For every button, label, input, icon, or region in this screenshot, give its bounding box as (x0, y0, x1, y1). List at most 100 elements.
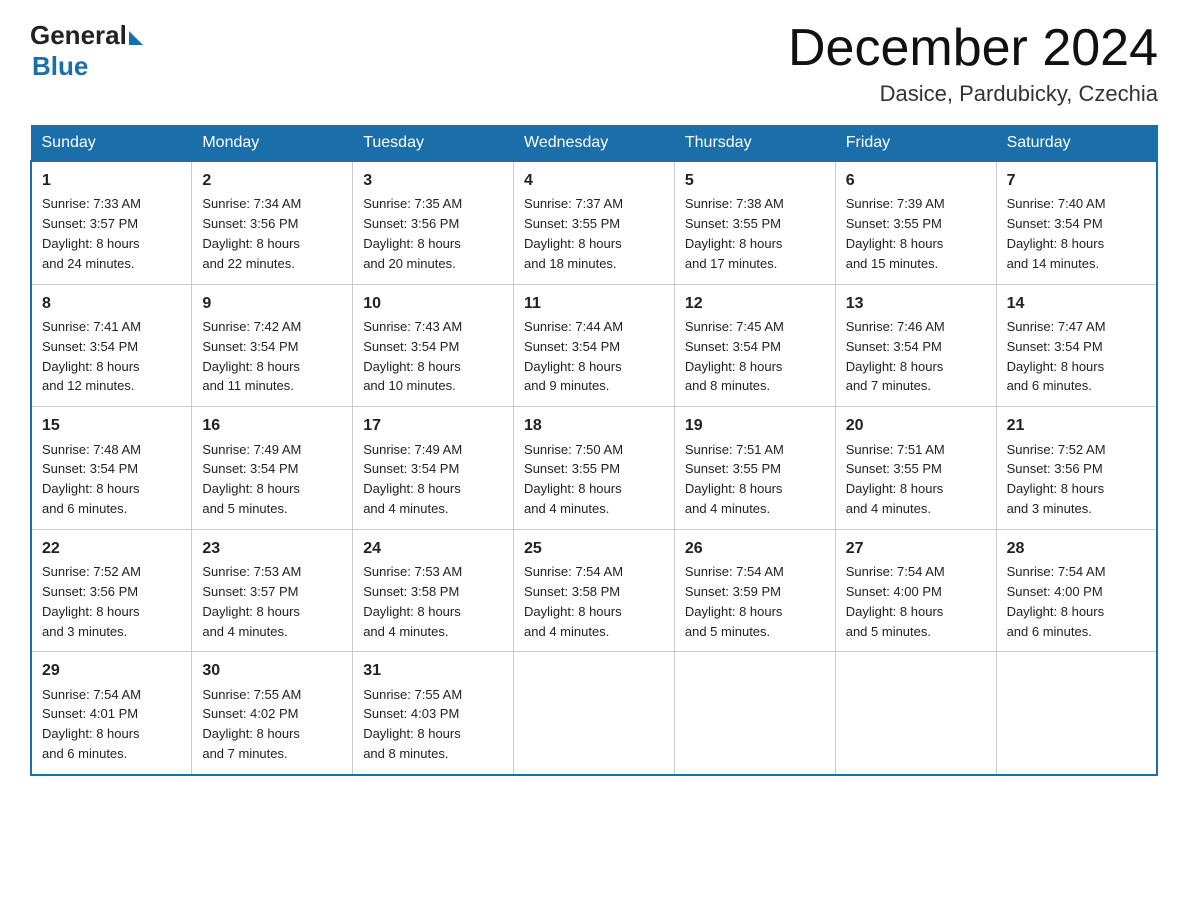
day-number: 17 (363, 414, 503, 437)
calendar-cell: 26 Sunrise: 7:54 AM Sunset: 3:59 PM Dayli… (674, 529, 835, 652)
calendar-cell: 1Sunrise: 7:33 AM Sunset: 3:57 PM Daylig… (31, 161, 192, 284)
calendar-cell: 11 Sunrise: 7:44 AM Sunset: 3:54 PM Dayli… (514, 284, 675, 407)
calendar-cell: 18Sunrise: 7:50 AM Sunset: 3:55 PM Dayli… (514, 407, 675, 530)
calendar-cell (996, 652, 1157, 775)
calendar-cell: 10Sunrise: 7:43 AM Sunset: 3:54 PM Dayli… (353, 284, 514, 407)
day-number: 27 (846, 537, 986, 560)
day-number: 14 (1007, 292, 1146, 315)
day-number: 22 (42, 537, 181, 560)
calendar-cell: 3 Sunrise: 7:35 AM Sunset: 3:56 PM Daylig… (353, 161, 514, 284)
calendar-cell: 30Sunrise: 7:55 AM Sunset: 4:02 PM Dayli… (192, 652, 353, 775)
logo-blue-text: Blue (32, 51, 88, 81)
day-info: Sunrise: 7:55 AM Sunset: 4:03 PM Dayligh… (363, 687, 462, 762)
day-number: 26 (685, 537, 825, 560)
day-header-friday: Friday (835, 126, 996, 162)
day-number: 10 (363, 292, 503, 315)
day-info: Sunrise: 7:52 AM Sunset: 3:56 PM Dayligh… (1007, 442, 1106, 517)
day-info: Sunrise: 7:53 AM Sunset: 3:58 PM Dayligh… (363, 564, 462, 639)
calendar-cell (674, 652, 835, 775)
calendar-cell: 20 Sunrise: 7:51 AM Sunset: 3:55 PM Dayli… (835, 407, 996, 530)
logo-general-text: General (30, 20, 127, 51)
calendar-cell: 29 Sunrise: 7:54 AM Sunset: 4:01 PM Dayli… (31, 652, 192, 775)
day-number: 4 (524, 169, 664, 192)
calendar-cell: 27Sunrise: 7:54 AM Sunset: 4:00 PM Dayli… (835, 529, 996, 652)
calendar-cell: 24 Sunrise: 7:53 AM Sunset: 3:58 PM Dayli… (353, 529, 514, 652)
month-title: December 2024 (788, 20, 1158, 77)
day-header-sunday: Sunday (31, 126, 192, 162)
week-row-4: 22Sunrise: 7:52 AM Sunset: 3:56 PM Dayli… (31, 529, 1157, 652)
day-number: 8 (42, 292, 181, 315)
day-number: 3 (363, 169, 503, 192)
day-info: Sunrise: 7:39 AM Sunset: 3:55 PM Dayligh… (846, 196, 945, 271)
day-number: 11 (524, 292, 664, 315)
day-info: Sunrise: 7:45 AM Sunset: 3:54 PM Dayligh… (685, 319, 784, 394)
day-number: 18 (524, 414, 664, 437)
day-number: 12 (685, 292, 825, 315)
calendar-cell: 16 Sunrise: 7:49 AM Sunset: 3:54 PM Dayli… (192, 407, 353, 530)
day-number: 16 (202, 414, 342, 437)
day-header-wednesday: Wednesday (514, 126, 675, 162)
calendar-cell: 19 Sunrise: 7:51 AM Sunset: 3:55 PM Dayli… (674, 407, 835, 530)
day-header-saturday: Saturday (996, 126, 1157, 162)
day-number: 19 (685, 414, 825, 437)
day-number: 30 (202, 659, 342, 682)
day-info: Sunrise: 7:46 AM Sunset: 3:54 PM Dayligh… (846, 319, 945, 394)
days-of-week-row: SundayMondayTuesdayWednesdayThursdayFrid… (31, 126, 1157, 162)
calendar-cell: 9 Sunrise: 7:42 AM Sunset: 3:54 PM Daylig… (192, 284, 353, 407)
day-info: Sunrise: 7:44 AM Sunset: 3:54 PM Dayligh… (524, 319, 623, 394)
week-row-1: 1Sunrise: 7:33 AM Sunset: 3:57 PM Daylig… (31, 161, 1157, 284)
day-info: Sunrise: 7:54 AM Sunset: 4:00 PM Dayligh… (1007, 564, 1106, 639)
day-number: 13 (846, 292, 986, 315)
day-info: Sunrise: 7:42 AM Sunset: 3:54 PM Dayligh… (202, 319, 301, 394)
day-info: Sunrise: 7:35 AM Sunset: 3:56 PM Dayligh… (363, 196, 462, 271)
calendar-cell (835, 652, 996, 775)
page-header: General Blue December 2024 Dasice, Pardu… (30, 20, 1158, 107)
calendar-cell (514, 652, 675, 775)
calendar-cell: 6Sunrise: 7:39 AM Sunset: 3:55 PM Daylig… (835, 161, 996, 284)
calendar-cell: 14 Sunrise: 7:47 AM Sunset: 3:54 PM Dayli… (996, 284, 1157, 407)
day-info: Sunrise: 7:37 AM Sunset: 3:55 PM Dayligh… (524, 196, 623, 271)
day-number: 9 (202, 292, 342, 315)
day-info: Sunrise: 7:53 AM Sunset: 3:57 PM Dayligh… (202, 564, 301, 639)
calendar-cell: 4 Sunrise: 7:37 AM Sunset: 3:55 PM Daylig… (514, 161, 675, 284)
calendar-cell: 17 Sunrise: 7:49 AM Sunset: 3:54 PM Dayli… (353, 407, 514, 530)
calendar-cell: 28 Sunrise: 7:54 AM Sunset: 4:00 PM Dayli… (996, 529, 1157, 652)
day-number: 5 (685, 169, 825, 192)
day-info: Sunrise: 7:49 AM Sunset: 3:54 PM Dayligh… (363, 442, 462, 517)
day-info: Sunrise: 7:41 AM Sunset: 3:54 PM Dayligh… (42, 319, 141, 394)
day-info: Sunrise: 7:47 AM Sunset: 3:54 PM Dayligh… (1007, 319, 1106, 394)
day-info: Sunrise: 7:54 AM Sunset: 3:59 PM Dayligh… (685, 564, 784, 639)
week-row-5: 29 Sunrise: 7:54 AM Sunset: 4:01 PM Dayli… (31, 652, 1157, 775)
calendar-table: SundayMondayTuesdayWednesdayThursdayFrid… (30, 125, 1158, 776)
calendar-cell: 23Sunrise: 7:53 AM Sunset: 3:57 PM Dayli… (192, 529, 353, 652)
day-info: Sunrise: 7:51 AM Sunset: 3:55 PM Dayligh… (685, 442, 784, 517)
day-number: 29 (42, 659, 181, 682)
location-title: Dasice, Pardubicky, Czechia (788, 81, 1158, 107)
day-info: Sunrise: 7:54 AM Sunset: 4:01 PM Dayligh… (42, 687, 141, 762)
day-number: 15 (42, 414, 181, 437)
day-info: Sunrise: 7:38 AM Sunset: 3:55 PM Dayligh… (685, 196, 784, 271)
calendar-cell: 21Sunrise: 7:52 AM Sunset: 3:56 PM Dayli… (996, 407, 1157, 530)
week-row-2: 8 Sunrise: 7:41 AM Sunset: 3:54 PM Daylig… (31, 284, 1157, 407)
day-info: Sunrise: 7:51 AM Sunset: 3:55 PM Dayligh… (846, 442, 945, 517)
day-number: 28 (1007, 537, 1146, 560)
day-header-thursday: Thursday (674, 126, 835, 162)
calendar-body: 1Sunrise: 7:33 AM Sunset: 3:57 PM Daylig… (31, 161, 1157, 775)
day-info: Sunrise: 7:34 AM Sunset: 3:56 PM Dayligh… (202, 196, 301, 271)
header-right: December 2024 Dasice, Pardubicky, Czechi… (788, 20, 1158, 107)
day-number: 7 (1007, 169, 1146, 192)
day-info: Sunrise: 7:40 AM Sunset: 3:54 PM Dayligh… (1007, 196, 1106, 271)
day-info: Sunrise: 7:49 AM Sunset: 3:54 PM Dayligh… (202, 442, 301, 517)
calendar-cell: 5 Sunrise: 7:38 AM Sunset: 3:55 PM Daylig… (674, 161, 835, 284)
day-number: 24 (363, 537, 503, 560)
calendar-cell: 7 Sunrise: 7:40 AM Sunset: 3:54 PM Daylig… (996, 161, 1157, 284)
calendar-cell: 2 Sunrise: 7:34 AM Sunset: 3:56 PM Daylig… (192, 161, 353, 284)
day-number: 2 (202, 169, 342, 192)
day-number: 20 (846, 414, 986, 437)
day-info: Sunrise: 7:48 AM Sunset: 3:54 PM Dayligh… (42, 442, 141, 517)
calendar-cell: 13 Sunrise: 7:46 AM Sunset: 3:54 PM Dayli… (835, 284, 996, 407)
calendar-cell: 22Sunrise: 7:52 AM Sunset: 3:56 PM Dayli… (31, 529, 192, 652)
calendar-cell: 8 Sunrise: 7:41 AM Sunset: 3:54 PM Daylig… (31, 284, 192, 407)
day-number: 31 (363, 659, 503, 682)
day-number: 25 (524, 537, 664, 560)
